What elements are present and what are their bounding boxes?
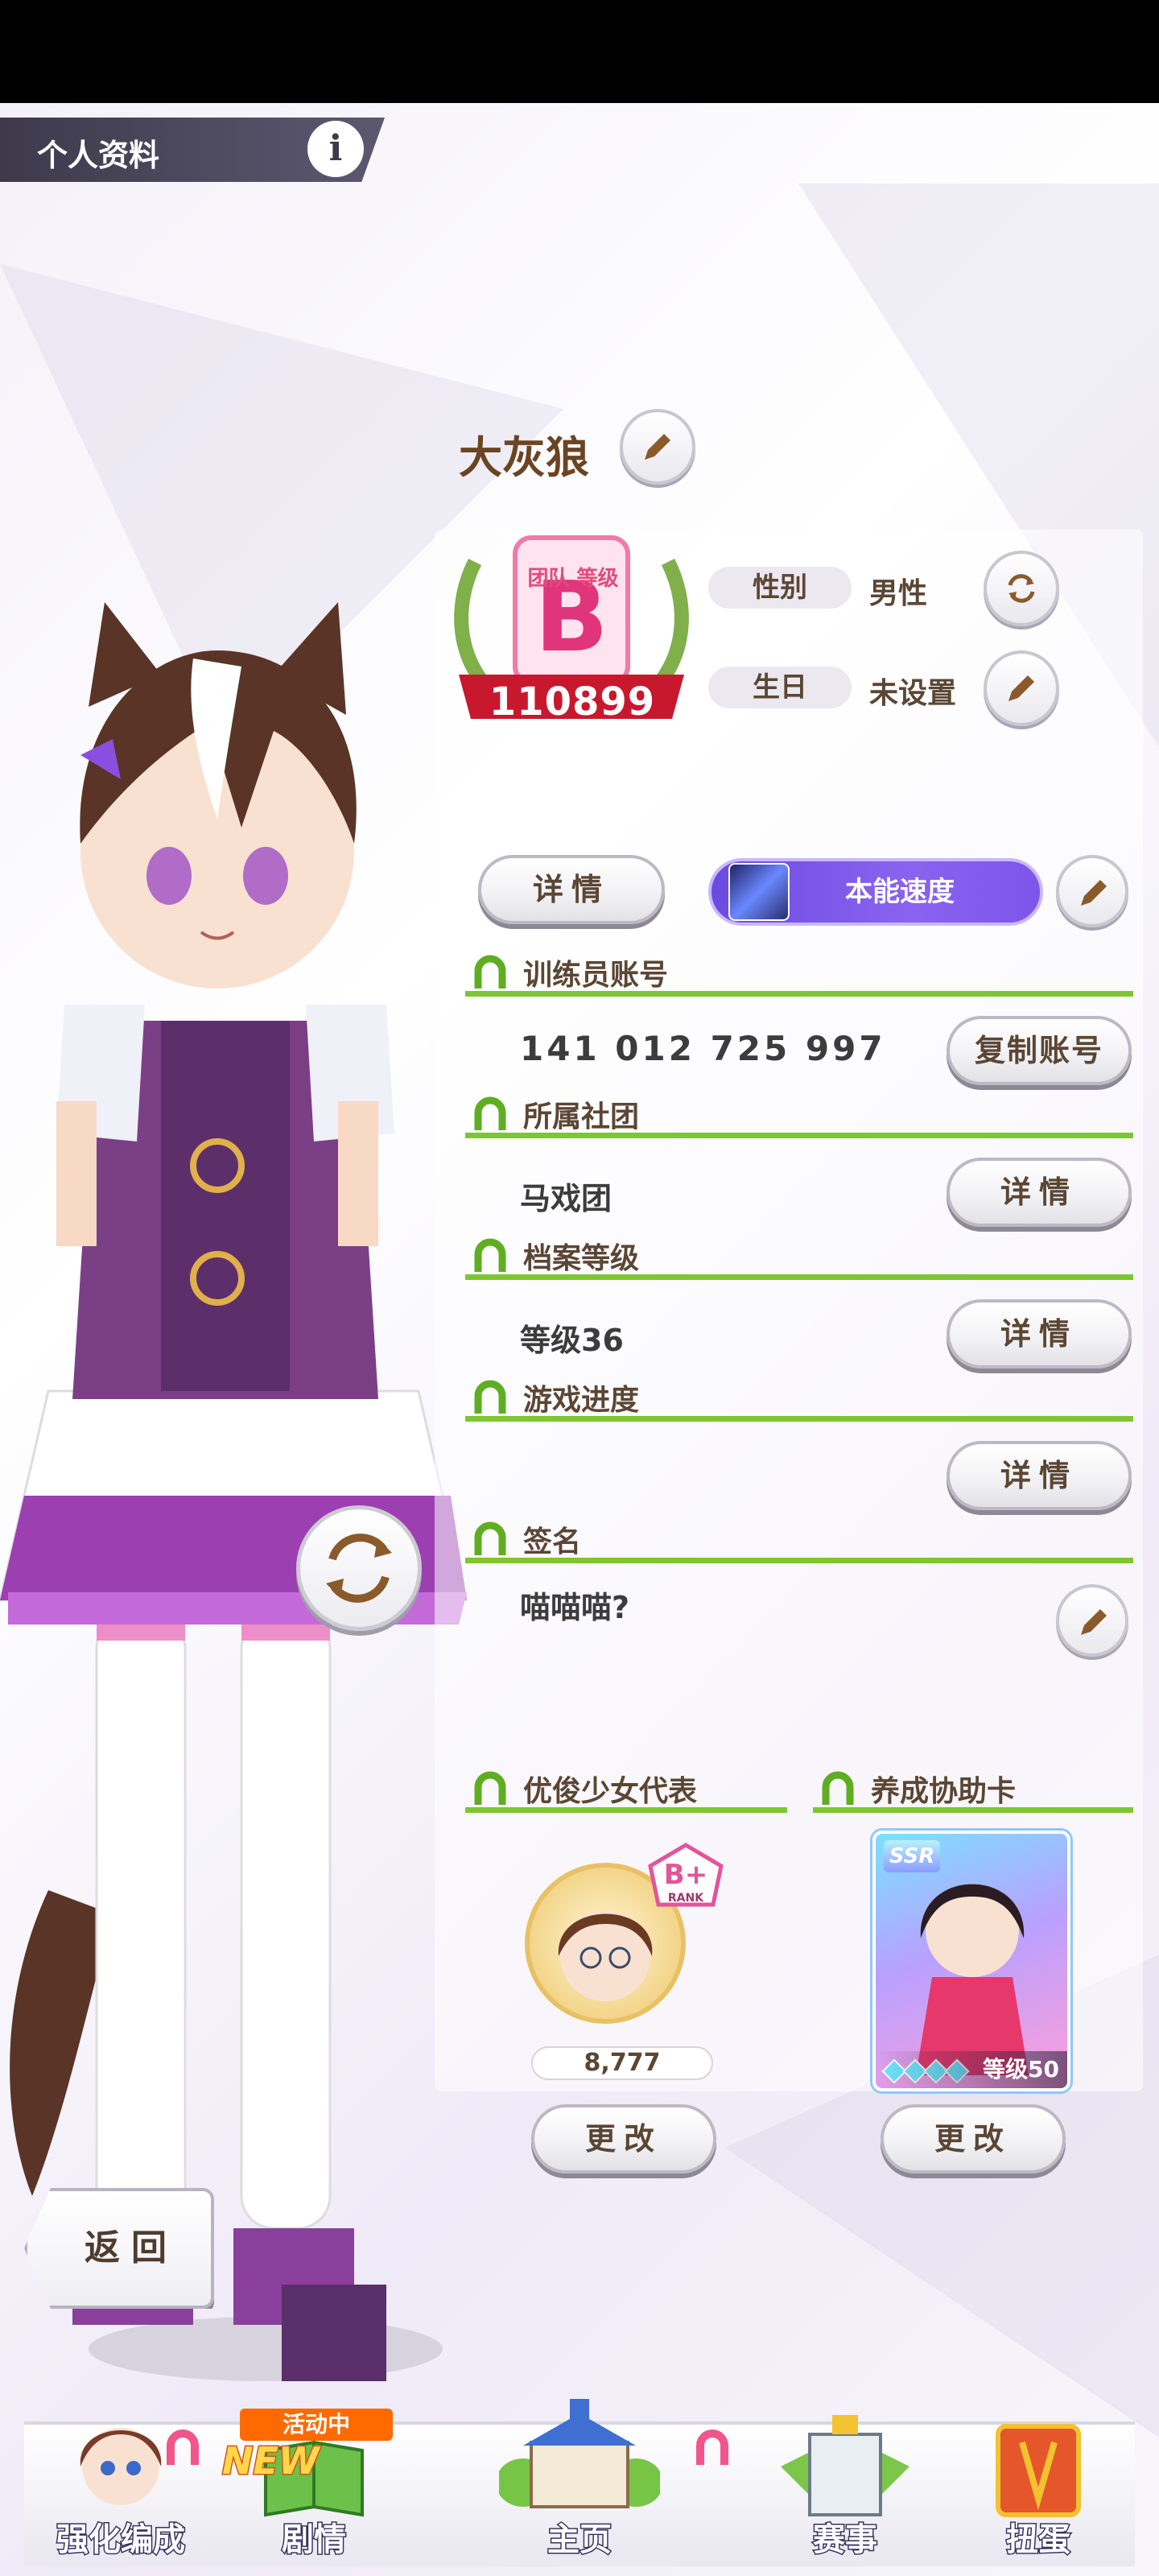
divider [465, 1416, 1133, 1422]
progress-detail-button[interactable]: 详情 [947, 1441, 1132, 1510]
team-rank-detail-button[interactable]: 详情 [478, 855, 665, 924]
info-button[interactable]: i [307, 121, 364, 177]
svg-text:RANK: RANK [668, 1892, 704, 1905]
horseshoe-icon [822, 1771, 854, 1805]
horseshoe-notify-icon [167, 2429, 199, 2465]
nav-label: 剧情 [281, 2520, 348, 2560]
trainer-name: 大灰狼 [459, 432, 589, 483]
signature-text: 喵喵喵? [520, 1590, 630, 1625]
character-model [0, 602, 468, 2381]
nav-label: 赛事 [812, 2520, 879, 2560]
team-rank-caption: 团队 等级 [527, 567, 619, 591]
edit-signature-button[interactable] [1056, 1584, 1128, 1657]
swap-icon [326, 1534, 392, 1603]
divider [465, 1274, 1133, 1280]
section-title: 养成协助卡 [871, 1775, 1017, 1808]
horseshoe-icon [474, 1521, 506, 1555]
pencil-icon [1081, 1609, 1107, 1635]
account-number: 141 012 725 997 [520, 1029, 886, 1068]
section-title: 优俊少女代表 [523, 1775, 698, 1808]
rarity-badge: SSR [884, 1840, 940, 1872]
section-archive-header: 档案等级 [465, 1232, 1133, 1280]
section-title: 档案等级 [523, 1242, 640, 1275]
page-title: 个人资料 [37, 138, 160, 173]
divider [465, 1133, 1133, 1138]
support-card[interactable]: SSR 等级50 [872, 1831, 1070, 2091]
skill-thumbnail [728, 863, 790, 921]
profile-screen: 个人资料 i 大灰狼 B 团队 等级 110899 性别 男性 生日 未设置 详… [0, 103, 1159, 2576]
event-badge: 活动中 [240, 2409, 393, 2441]
representative-score: 8,777 [531, 2046, 713, 2080]
copy-account-button[interactable]: 复制账号 [947, 1016, 1132, 1085]
rank-badge: B+ RANK [648, 1843, 724, 1907]
race-gate-icon [781, 2415, 909, 2516]
back-button[interactable]: 返回 [24, 2188, 214, 2309]
nav-item-gacha[interactable]: 扭蛋 [950, 2402, 1127, 2571]
club-detail-button[interactable]: 详情 [947, 1158, 1132, 1227]
nav-item-home[interactable]: 主页 [475, 2386, 684, 2571]
support-card-header: 养成协助卡 [813, 1765, 1133, 1813]
nav-item-race[interactable]: 赛事 [757, 2402, 934, 2571]
edit-name-button[interactable] [620, 409, 695, 485]
change-representative-button[interactable]: 更改 [531, 2104, 716, 2174]
home-building-icon [499, 2399, 660, 2508]
section-signature-header: 签名 [465, 1515, 1133, 1563]
gender-label: 性别 [708, 567, 852, 609]
horseshoe-icon [474, 1380, 506, 1414]
archive-level: 等级36 [520, 1323, 624, 1358]
edit-skill-button[interactable] [1056, 855, 1128, 927]
swap-icon [1008, 574, 1035, 603]
swap-character-button[interactable] [296, 1505, 422, 1631]
new-badge: NEW [221, 2438, 321, 2484]
gender-value: 男性 [869, 577, 928, 610]
pencil-icon [1008, 675, 1034, 701]
horseshoe-icon [474, 1096, 506, 1130]
nav-label: 强化编成 [56, 2520, 187, 2560]
archive-detail-button[interactable]: 详情 [947, 1299, 1132, 1368]
nav-label: 主页 [547, 2520, 613, 2560]
divider [465, 991, 1133, 997]
gacha-icon [996, 2424, 1081, 2517]
divider [465, 1807, 787, 1813]
club-name: 马戏团 [520, 1181, 612, 1216]
nav-label: 扭蛋 [1005, 2520, 1072, 2560]
change-gender-button[interactable] [984, 551, 1059, 626]
horseshoe-icon [474, 1771, 506, 1805]
section-club-header: 所属社团 [465, 1090, 1133, 1138]
svg-text:B+: B+ [664, 1859, 707, 1891]
section-title: 游戏进度 [523, 1384, 640, 1417]
section-progress-header: 游戏进度 [465, 1373, 1133, 1422]
horseshoe-icon [474, 1238, 506, 1272]
skill-label: 本能速度 [845, 876, 955, 908]
change-support-card-button[interactable]: 更改 [881, 2104, 1066, 2174]
representative-header: 优俊少女代表 [465, 1765, 787, 1813]
section-title: 签名 [523, 1525, 582, 1558]
pencil-icon [645, 434, 670, 460]
team-rank-score: 110899 [489, 679, 656, 724]
horseshoe-icon [474, 955, 506, 989]
pencil-icon [1081, 880, 1107, 906]
divider [813, 1807, 1133, 1813]
birthday-value: 未设置 [869, 677, 957, 710]
horseshoe-notify-icon [696, 2429, 728, 2465]
section-title: 所属社团 [523, 1100, 640, 1133]
divider [465, 1558, 1133, 1563]
edit-birthday-button[interactable] [984, 650, 1059, 726]
birthday-label: 生日 [708, 667, 852, 708]
section-title: 训练员账号 [523, 959, 669, 992]
support-card-level: 等级50 [876, 2051, 1067, 2088]
section-account-header: 训练员账号 [465, 948, 1133, 997]
